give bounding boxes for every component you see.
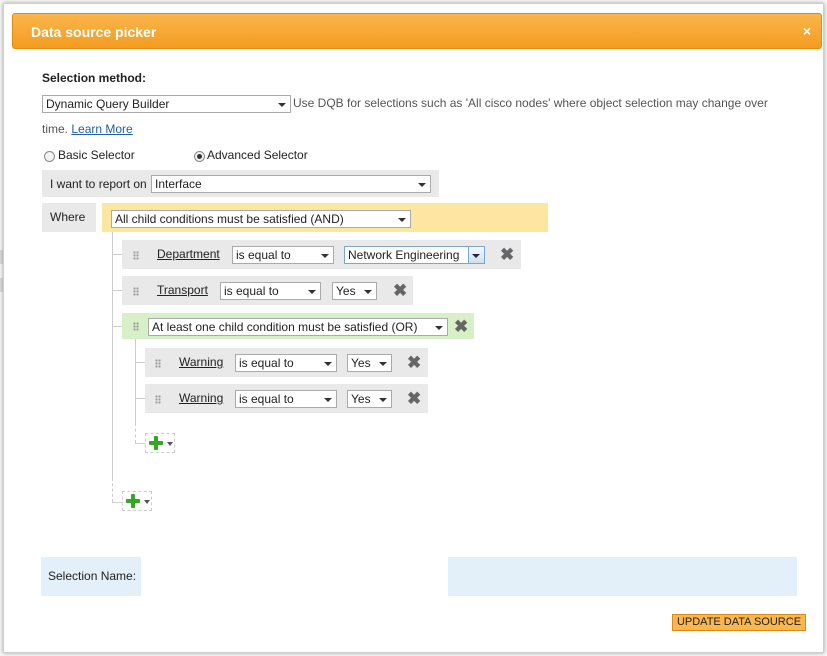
tree-line xyxy=(135,339,136,423)
dialog-title-bar: Data source picker × xyxy=(12,13,822,49)
selection-method-dropdown[interactable]: Dynamic Query Builder xyxy=(42,95,291,113)
condition-value: Yes xyxy=(351,392,371,406)
condition-operator-value: is equal to xyxy=(236,248,291,262)
chevron-down-icon xyxy=(321,254,329,258)
tree-line-dashed xyxy=(135,423,136,443)
condition-value-dropdown[interactable]: Network Engineering xyxy=(344,246,485,264)
selection-method-help: Use DQB for selections such as 'All cisc… xyxy=(293,96,768,110)
chevron-down-icon xyxy=(278,103,286,107)
chevron-down-icon xyxy=(324,398,332,402)
condition-field-link[interactable]: Warning xyxy=(179,355,223,369)
chevron-down-icon xyxy=(364,290,372,294)
tree-branch-dashed xyxy=(112,502,122,503)
tree-branch xyxy=(112,326,122,327)
condition-operator-dropdown[interactable]: is equal to xyxy=(235,390,337,408)
tree-line xyxy=(112,232,113,478)
condition-value-dropdown[interactable]: Yes xyxy=(347,354,392,372)
basic-selector-radio[interactable] xyxy=(44,151,55,162)
advanced-selector-label: Advanced Selector xyxy=(207,148,308,162)
chevron-down-icon xyxy=(379,398,387,402)
selection-name-label: Selection Name: xyxy=(48,569,137,583)
advanced-selector-radio[interactable] xyxy=(194,151,205,162)
add-condition-button[interactable] xyxy=(145,433,175,453)
condition-operator-dropdown[interactable]: is equal to xyxy=(232,246,334,264)
drag-grip-icon[interactable] xyxy=(133,322,139,331)
tree-branch xyxy=(112,290,122,291)
remove-condition-icon[interactable]: ✖ xyxy=(500,246,514,263)
green-plus-icon xyxy=(126,494,140,508)
report-on-label: I want to report on xyxy=(50,177,147,191)
condition-field-link[interactable]: Transport xyxy=(157,283,208,297)
drag-grip-icon[interactable] xyxy=(133,251,139,260)
update-data-source-button[interactable]: UPDATE DATA SOURCE xyxy=(672,614,806,631)
where-label: Where xyxy=(50,210,86,224)
chevron-down-icon xyxy=(167,442,173,446)
condition-value: Yes xyxy=(336,284,356,298)
report-on-dropdown[interactable]: Interface xyxy=(151,175,431,193)
drag-grip-icon[interactable] xyxy=(155,395,161,404)
tree-branch xyxy=(135,398,145,399)
chevron-down-icon xyxy=(468,247,484,263)
chevron-down-icon xyxy=(308,290,316,294)
condition-field-link[interactable]: Warning xyxy=(179,391,223,405)
condition-operator-dropdown[interactable]: is equal to xyxy=(220,282,321,300)
remove-condition-icon[interactable]: ✖ xyxy=(407,390,421,407)
close-icon[interactable]: × xyxy=(803,23,811,39)
or-group-value: At least one child condition must be sat… xyxy=(152,320,418,334)
selection-method-value: Dynamic Query Builder xyxy=(46,97,170,111)
condition-value-dropdown[interactable]: Yes xyxy=(332,282,377,300)
condition-value: Network Engineering xyxy=(348,248,460,262)
remove-condition-icon[interactable]: ✖ xyxy=(393,282,407,299)
tree-line-dashed xyxy=(112,478,113,502)
chevron-down-icon xyxy=(379,362,387,366)
green-plus-icon xyxy=(149,436,163,450)
selection-method-label: Selection method: xyxy=(42,71,147,85)
drag-grip-icon[interactable] xyxy=(155,359,161,368)
data-source-picker-dialog: Data source picker × Selection method: D… xyxy=(3,3,824,653)
condition-operator-dropdown[interactable]: is equal to xyxy=(235,354,337,372)
condition-value: Yes xyxy=(351,356,371,370)
help-text-time: time. xyxy=(42,122,69,136)
condition-field-link[interactable]: Department xyxy=(157,247,220,261)
learn-more-link[interactable]: Learn More xyxy=(71,122,132,136)
report-on-value: Interface xyxy=(155,177,202,191)
chevron-down-icon xyxy=(435,326,443,330)
condition-operator-value: is equal to xyxy=(239,392,294,406)
tree-branch xyxy=(112,254,122,255)
or-group-dropdown[interactable]: At least one child condition must be sat… xyxy=(148,318,448,336)
add-condition-button[interactable] xyxy=(122,491,152,511)
condition-operator-value: is equal to xyxy=(224,284,279,298)
condition-value-dropdown[interactable]: Yes xyxy=(347,390,392,408)
chevron-down-icon xyxy=(418,183,426,187)
drag-grip-icon[interactable] xyxy=(133,287,139,296)
tree-branch xyxy=(135,362,145,363)
and-group-value: All child conditions must be satisfied (… xyxy=(115,212,344,226)
chevron-down-icon xyxy=(144,500,150,504)
basic-selector-label: Basic Selector xyxy=(58,148,135,162)
chevron-down-icon xyxy=(324,362,332,366)
chevron-down-icon xyxy=(398,218,406,222)
dialog-title: Data source picker xyxy=(31,24,157,40)
selection-name-input[interactable] xyxy=(448,557,797,596)
condition-operator-value: is equal to xyxy=(239,356,294,370)
selection-method-help-cont: time. Learn More xyxy=(42,116,133,142)
and-group-dropdown[interactable]: All child conditions must be satisfied (… xyxy=(111,210,411,228)
tree-branch-dashed xyxy=(135,443,145,444)
remove-condition-icon[interactable]: ✖ xyxy=(407,354,421,371)
remove-group-icon[interactable]: ✖ xyxy=(454,318,468,335)
